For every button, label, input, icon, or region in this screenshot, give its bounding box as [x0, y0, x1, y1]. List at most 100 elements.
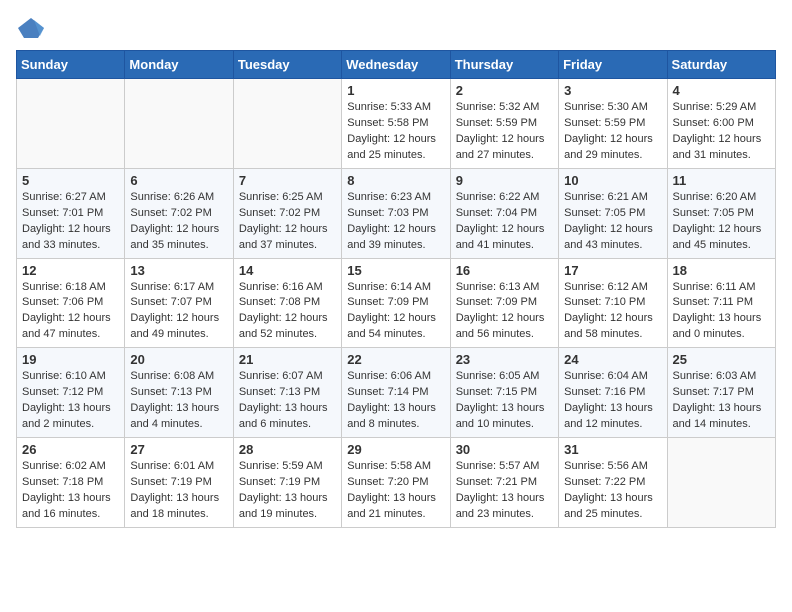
day-number: 8	[347, 173, 444, 188]
calendar-day-cell	[125, 79, 233, 169]
calendar-day-cell: 31 Sunrise: 5:56 AM Sunset: 7:22 PM Dayli…	[559, 438, 667, 528]
calendar-day-cell: 5 Sunrise: 6:27 AM Sunset: 7:01 PM Daylig…	[17, 168, 125, 258]
calendar-day-cell: 22 Sunrise: 6:06 AM Sunset: 7:14 PM Dayli…	[342, 348, 450, 438]
day-number: 24	[564, 352, 661, 367]
day-number: 17	[564, 263, 661, 278]
day-info: Sunrise: 6:07 AM Sunset: 7:13 PM Dayligh…	[239, 369, 336, 433]
day-number: 4	[673, 83, 770, 98]
calendar-day-cell: 19 Sunrise: 6:10 AM Sunset: 7:12 PM Dayli…	[17, 348, 125, 438]
calendar-day-cell: 7 Sunrise: 6:25 AM Sunset: 7:02 PM Daylig…	[233, 168, 341, 258]
calendar-day-cell: 21 Sunrise: 6:07 AM Sunset: 7:13 PM Dayli…	[233, 348, 341, 438]
day-number: 18	[673, 263, 770, 278]
day-info: Sunrise: 6:20 AM Sunset: 7:05 PM Dayligh…	[673, 190, 770, 254]
calendar-day-cell: 8 Sunrise: 6:23 AM Sunset: 7:03 PM Daylig…	[342, 168, 450, 258]
day-info: Sunrise: 6:02 AM Sunset: 7:18 PM Dayligh…	[22, 459, 119, 523]
day-info: Sunrise: 6:10 AM Sunset: 7:12 PM Dayligh…	[22, 369, 119, 433]
calendar-day-cell: 1 Sunrise: 5:33 AM Sunset: 5:58 PM Daylig…	[342, 79, 450, 169]
day-info: Sunrise: 5:32 AM Sunset: 5:59 PM Dayligh…	[456, 100, 553, 164]
day-number: 14	[239, 263, 336, 278]
day-number: 21	[239, 352, 336, 367]
calendar-day-cell	[233, 79, 341, 169]
day-info: Sunrise: 6:11 AM Sunset: 7:11 PM Dayligh…	[673, 280, 770, 344]
day-info: Sunrise: 6:03 AM Sunset: 7:17 PM Dayligh…	[673, 369, 770, 433]
calendar-day-cell	[667, 438, 775, 528]
calendar-week-row: 5 Sunrise: 6:27 AM Sunset: 7:01 PM Daylig…	[17, 168, 776, 258]
calendar-day-cell: 14 Sunrise: 6:16 AM Sunset: 7:08 PM Dayli…	[233, 258, 341, 348]
day-number: 6	[130, 173, 227, 188]
calendar-day-cell: 28Sunrise: 5:59 AM Sunset: 7:19 PM Dayli…	[233, 438, 341, 528]
day-info: Sunrise: 6:08 AM Sunset: 7:13 PM Dayligh…	[130, 369, 227, 433]
day-number: 30	[456, 442, 553, 457]
day-number: 1	[347, 83, 444, 98]
day-info: Sunrise: 6:22 AM Sunset: 7:04 PM Dayligh…	[456, 190, 553, 254]
day-number: 29	[347, 442, 444, 457]
day-number: 13	[130, 263, 227, 278]
day-info: Sunrise: 6:06 AM Sunset: 7:14 PM Dayligh…	[347, 369, 444, 433]
day-info: Sunrise: 6:16 AM Sunset: 7:08 PM Dayligh…	[239, 280, 336, 344]
day-info: Sunrise: 6:01 AM Sunset: 7:19 PM Dayligh…	[130, 459, 227, 523]
calendar-day-cell: 18 Sunrise: 6:11 AM Sunset: 7:11 PM Dayli…	[667, 258, 775, 348]
calendar-day-cell: 11 Sunrise: 6:20 AM Sunset: 7:05 PM Dayli…	[667, 168, 775, 258]
day-number: 31	[564, 442, 661, 457]
calendar-day-cell: 30 Sunrise: 5:57 AM Sunset: 7:21 PM Dayli…	[450, 438, 558, 528]
calendar-header-row: SundayMondayTuesdayWednesdayThursdayFrid…	[17, 51, 776, 79]
day-info: Sunrise: 6:21 AM Sunset: 7:05 PM Dayligh…	[564, 190, 661, 254]
day-number: 3	[564, 83, 661, 98]
day-number: 20	[130, 352, 227, 367]
day-info: Sunrise: 5:33 AM Sunset: 5:58 PM Dayligh…	[347, 100, 444, 164]
calendar-day-cell: 9Sunrise: 6:22 AM Sunset: 7:04 PM Daylig…	[450, 168, 558, 258]
day-info: Sunrise: 6:25 AM Sunset: 7:02 PM Dayligh…	[239, 190, 336, 254]
header	[16, 16, 776, 40]
day-info: Sunrise: 5:29 AM Sunset: 6:00 PM Dayligh…	[673, 100, 770, 164]
calendar-day-cell: 10 Sunrise: 6:21 AM Sunset: 7:05 PM Dayli…	[559, 168, 667, 258]
day-number: 27	[130, 442, 227, 457]
calendar-day-cell: 3 Sunrise: 5:30 AM Sunset: 5:59 PM Daylig…	[559, 79, 667, 169]
day-info: Sunrise: 6:23 AM Sunset: 7:03 PM Dayligh…	[347, 190, 444, 254]
weekday-header: Tuesday	[233, 51, 341, 79]
weekday-header: Friday	[559, 51, 667, 79]
calendar-week-row: 1 Sunrise: 5:33 AM Sunset: 5:58 PM Daylig…	[17, 79, 776, 169]
logo	[16, 16, 50, 40]
day-number: 22	[347, 352, 444, 367]
calendar: SundayMondayTuesdayWednesdayThursdayFrid…	[16, 50, 776, 528]
weekday-header: Sunday	[17, 51, 125, 79]
calendar-day-cell: 29 Sunrise: 5:58 AM Sunset: 7:20 PM Dayli…	[342, 438, 450, 528]
calendar-week-row: 19 Sunrise: 6:10 AM Sunset: 7:12 PM Dayli…	[17, 348, 776, 438]
day-number: 16	[456, 263, 553, 278]
day-info: Sunrise: 6:26 AM Sunset: 7:02 PM Dayligh…	[130, 190, 227, 254]
day-number: 11	[673, 173, 770, 188]
calendar-week-row: 26 Sunrise: 6:02 AM Sunset: 7:18 PM Dayli…	[17, 438, 776, 528]
day-info: Sunrise: 5:58 AM Sunset: 7:20 PM Dayligh…	[347, 459, 444, 523]
day-info: Sunrise: 6:05 AM Sunset: 7:15 PM Dayligh…	[456, 369, 553, 433]
day-number: 7	[239, 173, 336, 188]
calendar-day-cell: 6 Sunrise: 6:26 AM Sunset: 7:02 PM Daylig…	[125, 168, 233, 258]
calendar-day-cell: 17 Sunrise: 6:12 AM Sunset: 7:10 PM Dayli…	[559, 258, 667, 348]
day-info: Sunrise: 5:57 AM Sunset: 7:21 PM Dayligh…	[456, 459, 553, 523]
calendar-week-row: 12 Sunrise: 6:18 AM Sunset: 7:06 PM Dayli…	[17, 258, 776, 348]
weekday-header: Saturday	[667, 51, 775, 79]
day-number: 12	[22, 263, 119, 278]
day-info: Sunrise: 5:56 AM Sunset: 7:22 PM Dayligh…	[564, 459, 661, 523]
day-number: 10	[564, 173, 661, 188]
day-info: Sunrise: 6:13 AM Sunset: 7:09 PM Dayligh…	[456, 280, 553, 344]
calendar-day-cell	[17, 79, 125, 169]
day-number: 26	[22, 442, 119, 457]
day-info: Sunrise: 6:27 AM Sunset: 7:01 PM Dayligh…	[22, 190, 119, 254]
calendar-day-cell: 23 Sunrise: 6:05 AM Sunset: 7:15 PM Dayli…	[450, 348, 558, 438]
day-info: Sunrise: 6:14 AM Sunset: 7:09 PM Dayligh…	[347, 280, 444, 344]
day-info: Sunrise: 6:12 AM Sunset: 7:10 PM Dayligh…	[564, 280, 661, 344]
calendar-day-cell: 24Sunrise: 6:04 AM Sunset: 7:16 PM Dayli…	[559, 348, 667, 438]
calendar-day-cell: 26 Sunrise: 6:02 AM Sunset: 7:18 PM Dayli…	[17, 438, 125, 528]
day-info: Sunrise: 5:30 AM Sunset: 5:59 PM Dayligh…	[564, 100, 661, 164]
day-number: 19	[22, 352, 119, 367]
day-info: Sunrise: 6:18 AM Sunset: 7:06 PM Dayligh…	[22, 280, 119, 344]
day-number: 23	[456, 352, 553, 367]
day-info: Sunrise: 6:17 AM Sunset: 7:07 PM Dayligh…	[130, 280, 227, 344]
day-number: 5	[22, 173, 119, 188]
weekday-header: Monday	[125, 51, 233, 79]
calendar-day-cell: 2 Sunrise: 5:32 AM Sunset: 5:59 PM Daylig…	[450, 79, 558, 169]
day-number: 2	[456, 83, 553, 98]
calendar-day-cell: 27 Sunrise: 6:01 AM Sunset: 7:19 PM Dayli…	[125, 438, 233, 528]
calendar-day-cell: 13 Sunrise: 6:17 AM Sunset: 7:07 PM Dayli…	[125, 258, 233, 348]
calendar-day-cell: 15Sunrise: 6:14 AM Sunset: 7:09 PM Dayli…	[342, 258, 450, 348]
